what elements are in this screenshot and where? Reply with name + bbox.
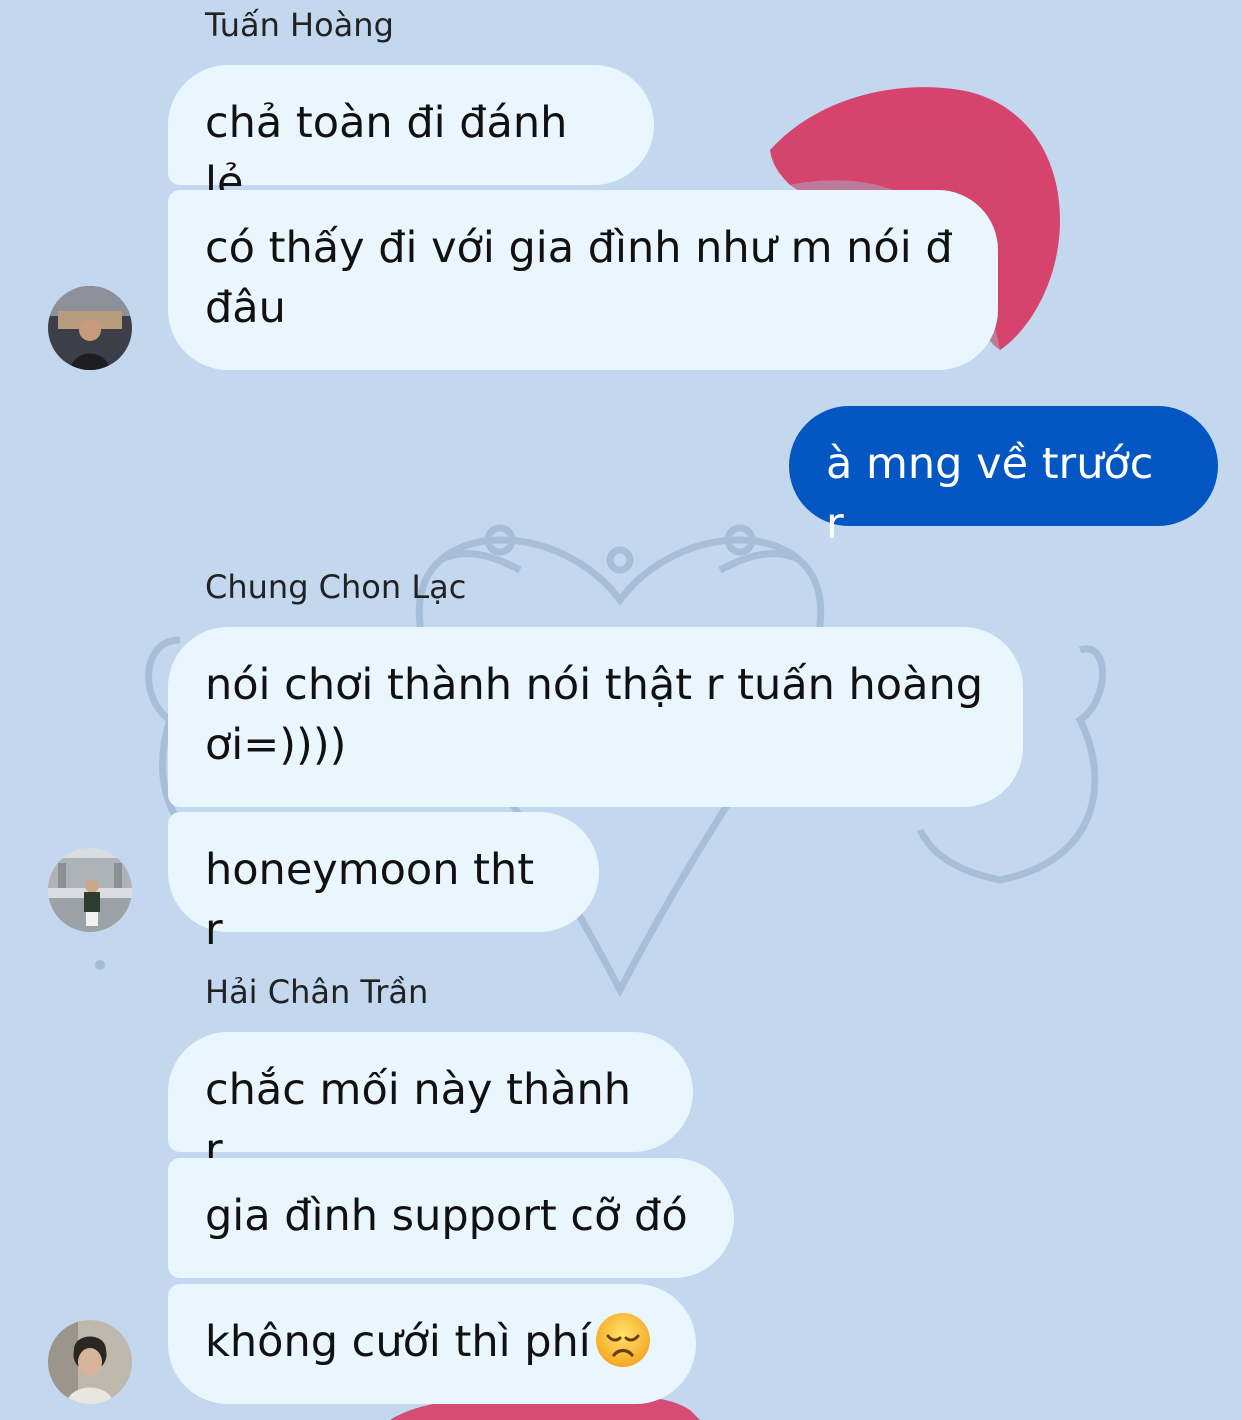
- message-bubble[interactable]: có thấy đi với gia đình như m nói đ đâu: [168, 190, 998, 370]
- sender-name: Tuấn Hoàng: [205, 6, 394, 44]
- avatar[interactable]: [48, 286, 132, 370]
- message-text: không cưới thì phí: [205, 1317, 591, 1367]
- sender-name: Hải Chân Trần: [205, 973, 429, 1011]
- message-text: gia đình support cỡ đó: [205, 1191, 688, 1241]
- sender-name: Chung Chon Lạc: [205, 568, 467, 606]
- avatar-photo: [48, 286, 132, 370]
- message-text: honeymoon tht r: [205, 845, 535, 955]
- message-bubble[interactable]: chắc mối này thành r: [168, 1032, 693, 1175]
- message-bubble[interactable]: gia đình support cỡ đó: [168, 1158, 734, 1278]
- message-text: có thấy đi với gia đình như m nói đ đâu: [205, 223, 953, 333]
- outgoing-message-bubble[interactable]: à mng về trước r: [789, 406, 1218, 549]
- message-text: nói chơi thành nói thật r tuấn hoàng ơi=…: [205, 660, 983, 770]
- message-bubble[interactable]: không cưới thì phí: [168, 1284, 696, 1404]
- avatar-photo: [48, 1320, 132, 1404]
- avatar-photo: [48, 848, 132, 932]
- message-bubble[interactable]: honeymoon tht r: [168, 812, 599, 955]
- avatar[interactable]: [48, 1320, 132, 1404]
- avatar[interactable]: [48, 848, 132, 932]
- message-text: à mng về trước r: [826, 439, 1154, 549]
- message-bubble[interactable]: nói chơi thành nói thật r tuấn hoàng ơi=…: [168, 627, 1023, 807]
- disappointed-face-icon: [595, 1313, 650, 1367]
- message-bubble[interactable]: chả toàn đi đánh lẻ: [168, 65, 654, 208]
